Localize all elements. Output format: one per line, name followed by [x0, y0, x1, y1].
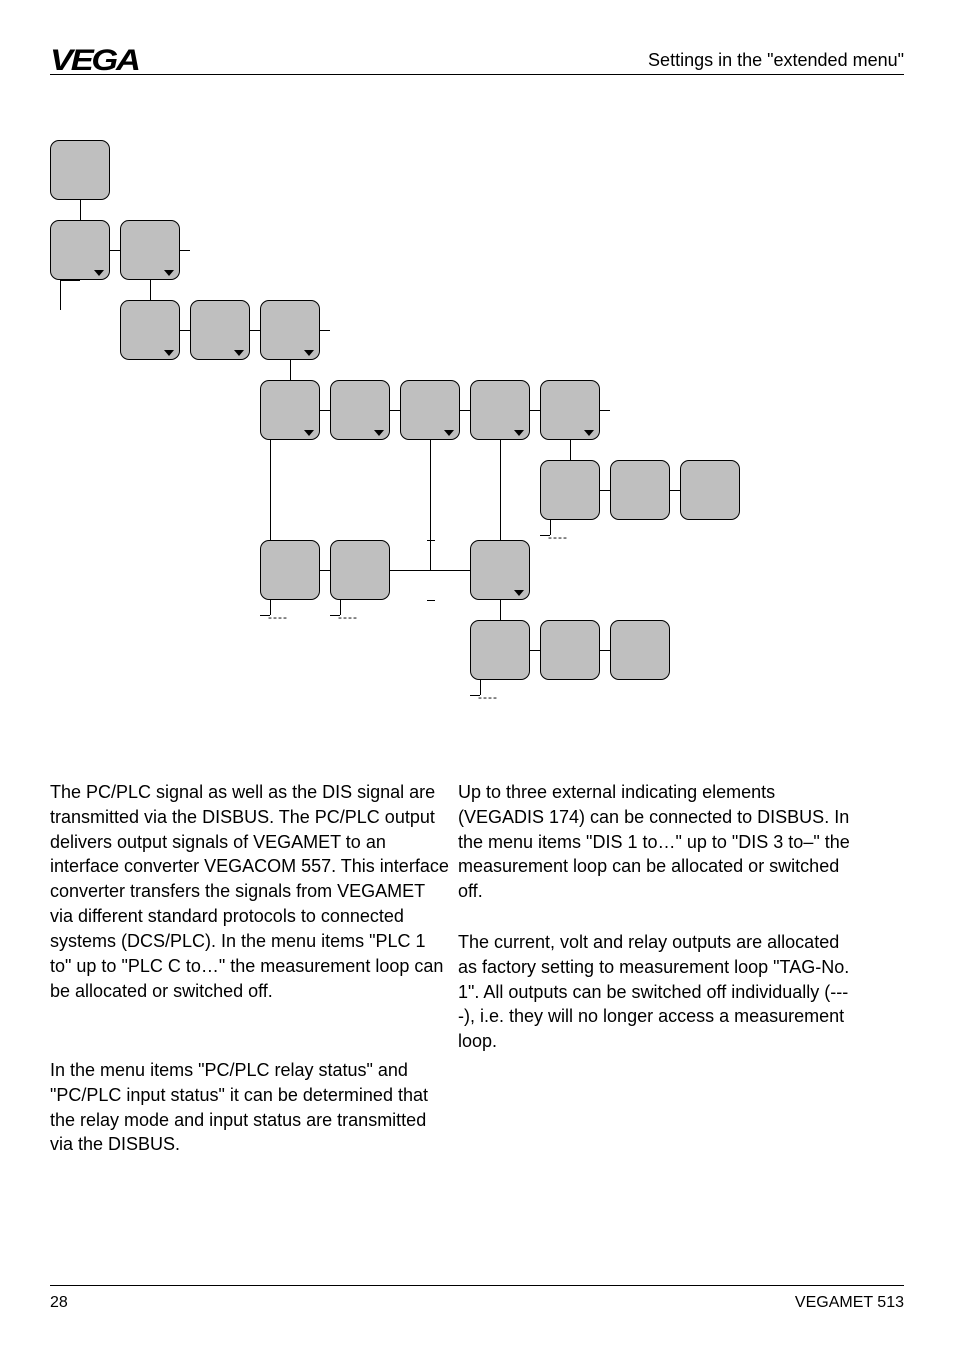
body-paragraph: The current, volt and relay outputs are … — [458, 930, 858, 1054]
chevron-down-icon — [584, 430, 594, 436]
menu-box — [400, 380, 460, 440]
dash-label: ---- — [268, 610, 288, 624]
chevron-down-icon — [514, 590, 524, 596]
menu-box — [470, 540, 530, 600]
menu-box — [680, 460, 740, 520]
menu-box — [330, 540, 390, 600]
chevron-down-icon — [304, 430, 314, 436]
menu-box — [470, 380, 530, 440]
menu-tree-diagram: ---- ---- ---- ---- — [40, 140, 760, 720]
menu-box — [470, 620, 530, 680]
menu-box — [610, 460, 670, 520]
chevron-down-icon — [164, 270, 174, 276]
menu-box — [540, 620, 600, 680]
menu-box — [120, 220, 180, 280]
page-number: 28 — [50, 1294, 68, 1312]
menu-box — [120, 300, 180, 360]
menu-box — [540, 380, 600, 440]
menu-box — [260, 540, 320, 600]
menu-box — [50, 220, 110, 280]
vega-logo: VEGA — [50, 44, 139, 78]
chevron-down-icon — [304, 350, 314, 356]
header-rule — [50, 74, 904, 75]
dash-label: ---- — [338, 610, 358, 624]
menu-box — [50, 140, 110, 200]
footer-rule — [50, 1285, 904, 1286]
section-title: Settings in the "extended menu" — [648, 50, 904, 71]
menu-box — [330, 380, 390, 440]
menu-box — [260, 300, 320, 360]
body-paragraph: The PC/PLC signal as well as the DIS sig… — [50, 780, 450, 1003]
menu-box — [540, 460, 600, 520]
menu-box — [260, 380, 320, 440]
body-paragraph: In the menu items "PC/PLC relay status" … — [50, 1058, 450, 1157]
menu-box — [610, 620, 670, 680]
menu-box — [190, 300, 250, 360]
dash-label: ---- — [478, 690, 498, 704]
dash-label: ---- — [548, 530, 568, 544]
chevron-down-icon — [374, 430, 384, 436]
document-id: VEGAMET 513 — [795, 1294, 904, 1312]
chevron-down-icon — [164, 350, 174, 356]
chevron-down-icon — [234, 350, 244, 356]
chevron-down-icon — [514, 430, 524, 436]
body-paragraph: Up to three external indicating elements… — [458, 780, 858, 904]
chevron-down-icon — [444, 430, 454, 436]
chevron-down-icon — [94, 270, 104, 276]
